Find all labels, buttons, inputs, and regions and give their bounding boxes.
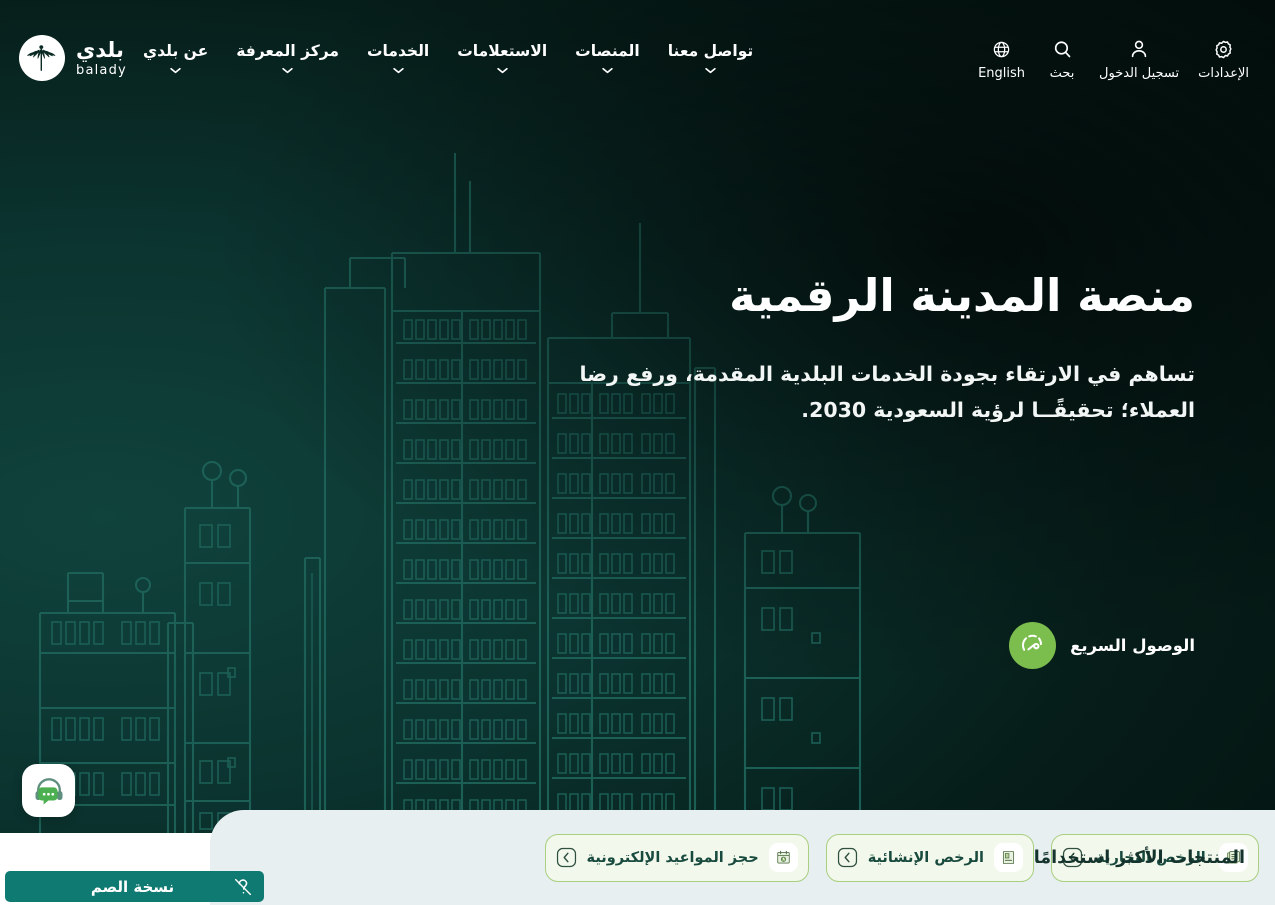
chevron-left-icon[interactable] xyxy=(837,847,858,868)
product-card-electronic-appointments[interactable]: حجز المواعيد الإلكترونية xyxy=(544,833,809,882)
site-header: الإعدادات تسجيل الدخول بحث English تواصل… xyxy=(0,0,1275,112)
hero-content: منصة المدينة الرقمية تساهم في الارتقاء ب… xyxy=(535,268,1196,429)
search-label: بحث xyxy=(1049,66,1075,81)
construction-license-glyph xyxy=(1002,850,1015,865)
nav-item-knowledge-center[interactable]: مركز المعرفة xyxy=(224,38,351,78)
nav-label-contact: تواصل معنا xyxy=(667,42,754,60)
main-nav: تواصل معنا المنصات الاستعلامات الخدمات م… xyxy=(131,38,765,78)
brand-logo-link[interactable]: بلدي balady xyxy=(18,34,127,82)
nav-item-inquiries[interactable]: الاستعلامات xyxy=(445,38,559,78)
utility-nav: الإعدادات تسجيل الدخول بحث English xyxy=(970,36,1257,83)
nav-item-platforms[interactable]: المنصات xyxy=(563,38,652,78)
chevron-down-icon xyxy=(392,67,404,74)
calendar-appointment-icon xyxy=(768,843,798,872)
quick-access-icon-circle xyxy=(1009,622,1057,669)
gear-icon xyxy=(1213,38,1234,60)
nav-label-services: الخدمات xyxy=(366,42,430,60)
palm-tree-circle-logo xyxy=(19,35,65,81)
settings-button[interactable]: الإعدادات xyxy=(1190,36,1257,83)
deaf-version-label: نسخة الصم xyxy=(90,877,175,896)
chevron-down-icon xyxy=(170,67,181,74)
support-chat-button[interactable] xyxy=(22,764,75,817)
user-icon xyxy=(1128,38,1150,60)
search-icon xyxy=(1052,38,1073,60)
hero-subtitle: تساهم في الارتقاء بجودة الخدمات البلدية … xyxy=(579,362,1196,423)
headset-chat-icon xyxy=(35,777,62,804)
brand-name-ar: بلدي xyxy=(76,37,124,62)
nav-item-about[interactable]: عن بلدي xyxy=(131,38,220,78)
settings-label: الإعدادات xyxy=(1198,66,1249,81)
language-label: English xyxy=(978,66,1026,81)
chevron-down-icon xyxy=(705,67,716,74)
brand-wordmark: بلدي balady xyxy=(76,37,127,78)
brand-name-en: balady xyxy=(76,62,127,78)
quick-access-button[interactable]: الوصول السريع xyxy=(1009,622,1195,669)
language-switch-button[interactable]: English xyxy=(970,36,1033,83)
hero-title: منصة المدينة الرقمية xyxy=(729,269,1195,322)
login-label: تسجيل الدخول xyxy=(1099,66,1180,81)
panel-title: المنتجات الأكثر استخدامًا xyxy=(1033,847,1245,868)
product-card-label: الرخص الإنشائية xyxy=(867,849,984,866)
calendar-appointment-glyph xyxy=(776,850,790,864)
quick-access-label: الوصول السريع xyxy=(1070,636,1195,655)
hero-stage: الإعدادات تسجيل الدخول بحث English تواصل… xyxy=(0,0,1275,833)
city-skyline-illustration xyxy=(38,153,862,833)
product-card-label: حجز المواعيد الإلكترونية xyxy=(586,849,759,866)
nav-label-knowledge-center: مركز المعرفة xyxy=(236,42,339,60)
nav-label-inquiries: الاستعلامات xyxy=(457,42,548,60)
chevron-down-icon xyxy=(496,67,508,74)
speedometer-icon xyxy=(1022,634,1043,651)
nav-item-contact[interactable]: تواصل معنا xyxy=(656,38,766,78)
globe-icon xyxy=(992,38,1011,60)
chevron-down-icon xyxy=(282,67,293,74)
product-card-construction-licenses[interactable]: الرخص الإنشائية xyxy=(825,833,1034,882)
construction-license-icon xyxy=(994,843,1023,872)
login-button[interactable]: تسجيل الدخول xyxy=(1091,36,1187,83)
nav-item-services[interactable]: الخدمات xyxy=(355,38,441,78)
nav-label-platforms: المنصات xyxy=(575,42,640,60)
chevron-left-icon[interactable] xyxy=(556,847,577,868)
nav-label-about: عن بلدي xyxy=(142,42,209,60)
search-button[interactable]: بحث xyxy=(1036,36,1088,83)
chevron-down-icon xyxy=(602,67,613,74)
deaf-ear-icon xyxy=(234,878,252,895)
deaf-version-button[interactable]: نسخة الصم xyxy=(5,871,264,902)
